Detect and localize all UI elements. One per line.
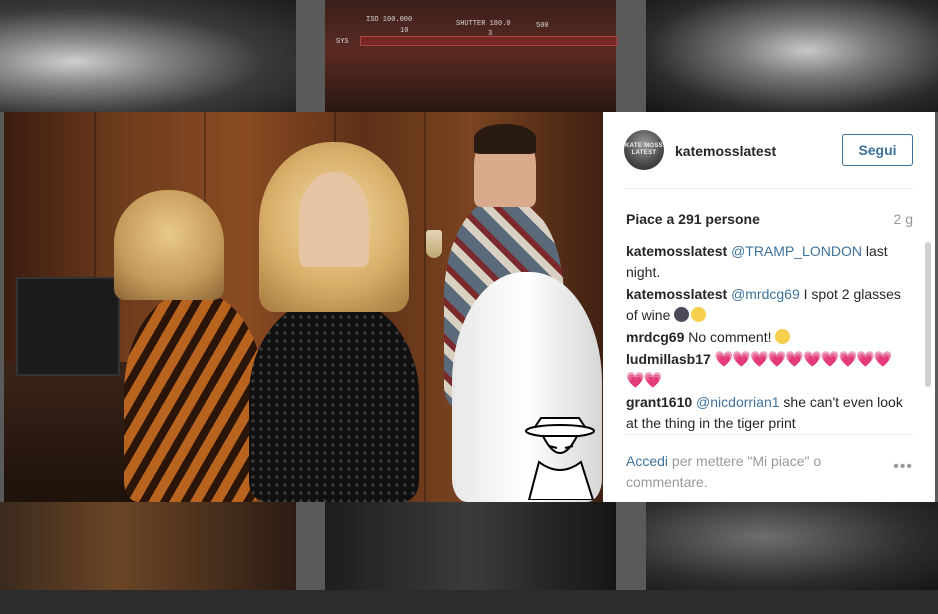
login-link[interactable]: Accedi (626, 453, 668, 469)
camera-hud-overlay: ISO 100.000 SHUTTER 180.0 500 10 3 SYS (336, 12, 618, 52)
tongue-wink-emoji-icon (775, 329, 791, 344)
person-tiger-dress (124, 292, 264, 502)
likes-count[interactable]: Piace a 291 persone (626, 211, 760, 227)
person-main-face (299, 172, 369, 267)
hud-value-500: 500 (536, 22, 549, 30)
hud-shutter: SHUTTER 180.0 (456, 20, 511, 28)
comment-mention[interactable]: @nicdorrian1 (696, 394, 779, 410)
background-photo-tile[interactable] (646, 502, 938, 590)
person-main-dress (249, 297, 419, 502)
comment-username[interactable]: grant1610 (626, 394, 692, 410)
comment-username[interactable]: ludmillasb17 (626, 351, 711, 367)
post-modal: KATE MOSS LATEST katemosslatest Segui Pi… (4, 112, 935, 502)
login-prompt: Accedi per mettere "Mi piace" o commenta… (626, 451, 846, 493)
person-left-hair (114, 190, 224, 300)
post-photo[interactable] (4, 112, 603, 502)
person-right-hair (474, 124, 536, 154)
background-photo-tile[interactable] (646, 0, 938, 112)
background-photo-tile[interactable] (325, 502, 616, 590)
comment-username[interactable]: mrdcg69 (626, 329, 684, 345)
watermark-logo-icon (525, 417, 595, 500)
hud-iso: ISO 100.000 (366, 16, 413, 24)
comment-mention[interactable]: @TRAMP_LONDON (731, 243, 862, 259)
divider (625, 188, 913, 189)
comment-username[interactable]: katemosslatest (626, 243, 727, 259)
likes-row: Piace a 291 persone 2 g (626, 211, 913, 227)
comment: katemosslatest @mrdcg69 I spot 2 glasses… (626, 284, 907, 326)
follow-button[interactable]: Segui (842, 134, 913, 166)
avatar-text: KATE MOSS LATEST (625, 143, 663, 156)
comment: grant1610 @nicdorrian1 she can't even lo… (626, 392, 907, 433)
post-sidebar: KATE MOSS LATEST katemosslatest Segui Pi… (603, 112, 935, 502)
more-options-icon[interactable]: ••• (893, 458, 913, 476)
background-photo-tile[interactable] (0, 502, 296, 590)
background-photo-tile[interactable] (0, 0, 296, 112)
hud-sys: SYS (336, 38, 349, 46)
pos-terminal (16, 277, 120, 376)
comment: ludmillasb17 💗💗💗💗💗💗💗💗💗💗💗💗 (626, 349, 907, 391)
hud-level-bar (360, 36, 618, 46)
post-header: KATE MOSS LATEST katemosslatest Segui (603, 112, 935, 188)
page-backdrop (0, 590, 938, 614)
comment-mention[interactable]: @mrdcg69 (731, 286, 800, 302)
comments-scrollbar[interactable] (925, 242, 931, 387)
wine-glass (426, 230, 442, 258)
dark-face-emoji-icon (674, 307, 690, 322)
comments-list: katemosslatest @TRAMP_LONDON last night.… (626, 241, 907, 433)
comment: mrdcg69 No comment! (626, 327, 907, 348)
avatar[interactable]: KATE MOSS LATEST (624, 130, 664, 170)
hud-value-10: 10 (400, 27, 409, 35)
smirk-emoji-icon (691, 307, 707, 322)
comment-username[interactable]: katemosslatest (626, 286, 727, 302)
username-link[interactable]: katemosslatest (675, 143, 776, 159)
comment-text: No comment! (684, 329, 776, 345)
post-timestamp[interactable]: 2 g (894, 211, 913, 227)
divider (625, 434, 913, 435)
comment: katemosslatest @TRAMP_LONDON last night. (626, 241, 907, 283)
